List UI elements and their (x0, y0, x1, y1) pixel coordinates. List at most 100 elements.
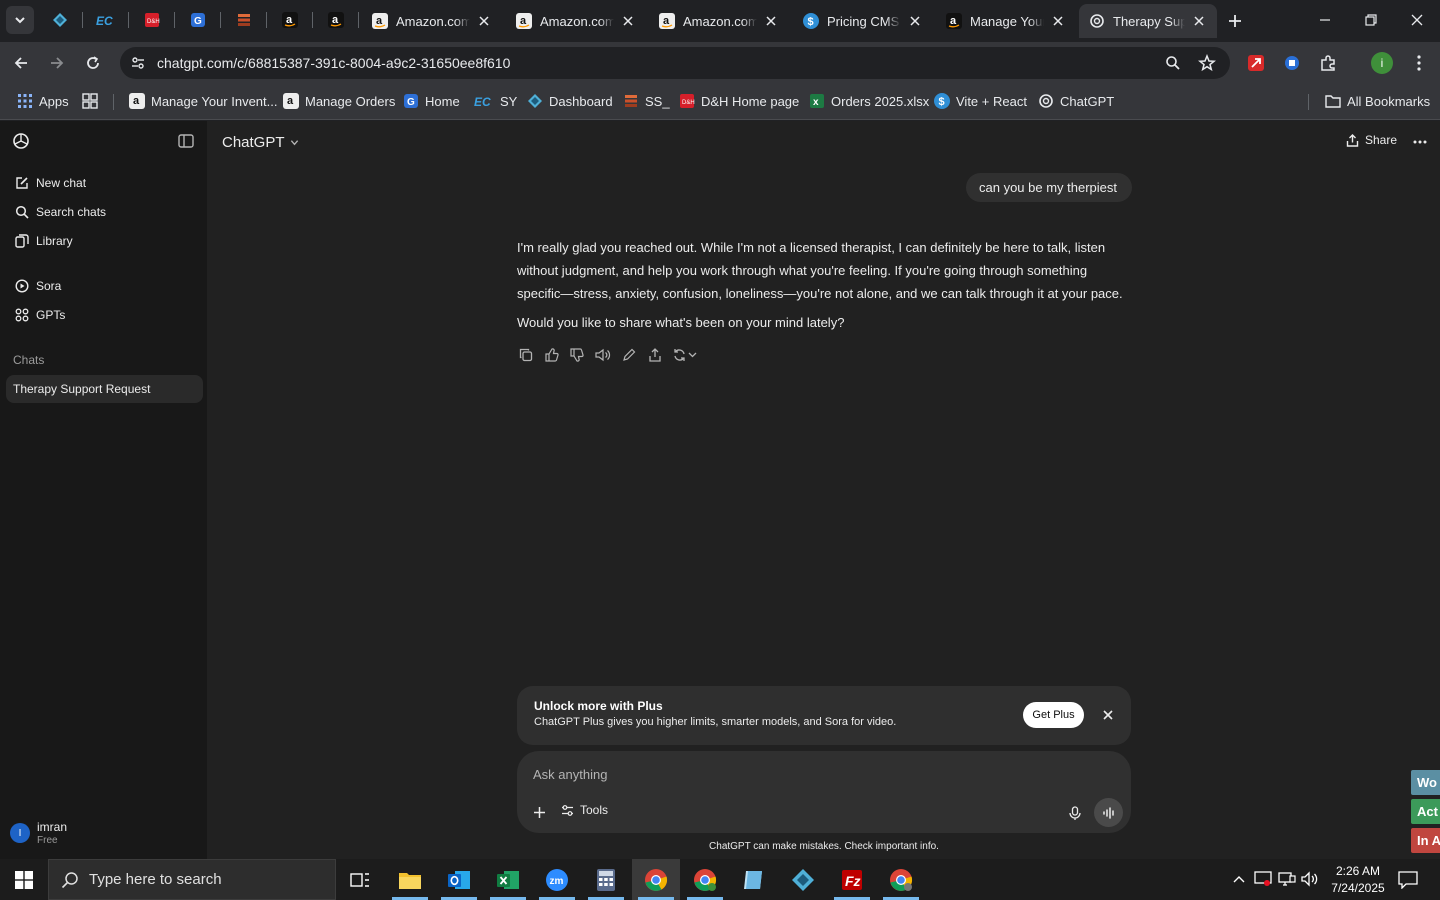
close-upsell-button[interactable] (1097, 704, 1119, 726)
browser-menu-button[interactable] (1406, 50, 1432, 76)
profile-button[interactable]: i (1369, 50, 1395, 76)
close-tab-icon[interactable] (1191, 13, 1207, 29)
close-tab-icon[interactable] (476, 13, 492, 29)
restore-button[interactable] (1348, 0, 1394, 40)
taskbar-search[interactable] (48, 859, 336, 900)
task-view-button[interactable] (336, 859, 384, 900)
pinned-tab-dh[interactable]: D&H (140, 9, 164, 31)
openai-logo-icon[interactable] (12, 132, 30, 150)
action-center-button[interactable] (1396, 869, 1420, 891)
close-window-button[interactable] (1394, 0, 1440, 40)
tray-meet-now[interactable] (1253, 869, 1273, 889)
reload-button[interactable] (80, 50, 106, 76)
outlook-app[interactable] (435, 859, 483, 900)
copy-button[interactable] (516, 346, 536, 364)
extensions-button[interactable] (1315, 50, 1341, 76)
tab-amazon-1[interactable]: a Amazon.com: (362, 4, 502, 38)
bookmark-dashboard[interactable]: Dashboard (527, 92, 613, 110)
show-hidden-icons[interactable] (1229, 869, 1249, 889)
close-tab-icon[interactable] (620, 13, 636, 29)
tab-pricing-cms[interactable]: $ Pricing CMS (793, 4, 933, 38)
search-chats-button[interactable]: Search chats (6, 199, 202, 225)
tray-network[interactable] (1277, 869, 1297, 889)
side-tab-in-a[interactable]: In A (1411, 828, 1440, 853)
edit-in-canvas-button[interactable] (619, 346, 639, 364)
chat-history-item[interactable]: Therapy Support Request (6, 375, 203, 403)
close-tab-icon[interactable] (763, 13, 779, 29)
new-tab-button[interactable] (1222, 8, 1248, 34)
tab-amazon-3[interactable]: a Amazon.com: (649, 4, 789, 38)
attach-button[interactable] (528, 801, 550, 823)
more-options-button[interactable] (1410, 133, 1430, 151)
pinned-tab-diamond[interactable] (48, 9, 72, 31)
zoom-icon[interactable] (1165, 55, 1181, 71)
bookmark-sy[interactable]: EC SY (474, 92, 517, 110)
bookmark-orders-xlsx[interactable]: x Orders 2025.xlsx (809, 92, 929, 110)
read-aloud-button[interactable] (593, 346, 613, 364)
taskbar-search-input[interactable] (89, 871, 319, 888)
zoom-app[interactable]: zm (533, 859, 581, 900)
forward-button[interactable] (44, 50, 70, 76)
dictate-button[interactable] (1064, 802, 1086, 824)
bookmark-manage-orders[interactable]: a Manage Orders (283, 92, 395, 110)
bookmark-ss[interactable]: SS_ (623, 92, 670, 110)
site-settings-icon[interactable] (130, 55, 146, 71)
side-tab-wo[interactable]: Wo (1411, 770, 1440, 795)
chrome-profile-app[interactable] (681, 859, 729, 900)
sora-button[interactable]: Sora (6, 273, 202, 299)
tab-therapy-support[interactable]: Therapy Supp (1079, 4, 1217, 38)
pinned-tab-amazon-2[interactable]: a (324, 9, 348, 31)
thumbs-up-button[interactable] (542, 346, 562, 364)
diamond-app[interactable] (779, 859, 827, 900)
bookmark-apps[interactable]: Apps (17, 92, 69, 110)
chrome-app-active[interactable] (632, 859, 680, 900)
pinned-tab-ec[interactable]: EC (94, 9, 118, 31)
bookmark-star-icon[interactable] (1198, 54, 1216, 72)
file-explorer-app[interactable] (386, 859, 434, 900)
tab-manage-your[interactable]: a Manage Your (936, 4, 1076, 38)
extension-blue-puzzle[interactable] (1279, 50, 1305, 76)
user-account-button[interactable]: I imran Free (10, 820, 67, 846)
gpts-button[interactable]: GPTs (6, 302, 202, 328)
system-clock[interactable]: 2:26 AM 7/24/2025 (1326, 863, 1390, 897)
all-bookmarks-button[interactable]: All Bookmarks (1325, 92, 1430, 110)
tab-amazon-2[interactable]: a Amazon.com: (506, 4, 646, 38)
tab-groups-button[interactable] (82, 92, 104, 110)
library-button[interactable]: Library (6, 228, 202, 254)
share-button[interactable]: Share (1346, 133, 1397, 147)
pinned-tab-stack[interactable] (232, 9, 256, 31)
side-tab-act[interactable]: Act (1411, 799, 1440, 824)
calculator-app[interactable] (582, 859, 630, 900)
wunderlist-app[interactable] (730, 859, 778, 900)
start-button[interactable] (0, 859, 48, 900)
extension-red-arrow[interactable] (1243, 50, 1269, 76)
bookmark-vite-react[interactable]: $ Vite + React (934, 92, 1027, 110)
pinned-tab-amazon[interactable]: a (278, 9, 302, 31)
toggle-sidebar-icon[interactable] (178, 134, 194, 148)
pinned-tab-g[interactable]: G (186, 9, 210, 31)
bookmark-chatgpt[interactable]: ChatGPT (1038, 92, 1114, 110)
model-selector[interactable]: ChatGPT (222, 134, 299, 151)
voice-mode-button[interactable] (1094, 798, 1123, 827)
chrome-profile-app-2[interactable] (877, 859, 925, 900)
get-plus-button[interactable]: Get Plus (1023, 702, 1084, 728)
minimize-icon (1320, 19, 1330, 21)
close-tab-icon[interactable] (907, 13, 923, 29)
thumbs-down-button[interactable] (567, 346, 587, 364)
close-tab-icon[interactable] (1050, 13, 1066, 29)
filezilla-app[interactable]: Fz (828, 859, 876, 900)
minimize-button[interactable] (1302, 0, 1348, 40)
address-bar[interactable]: chatgpt.com/c/68815387-391c-8004-a9c2-31… (120, 47, 1230, 79)
bookmark-dh-home[interactable]: D&H D&H Home page (679, 92, 799, 110)
new-chat-button[interactable]: New chat (6, 170, 202, 196)
bookmark-home[interactable]: G Home (403, 92, 460, 110)
excel-app[interactable] (484, 859, 532, 900)
bookmark-manage-inventory[interactable]: a Manage Your Invent... (129, 92, 277, 110)
back-button[interactable] (8, 50, 34, 76)
tab-search-button[interactable] (6, 6, 34, 34)
tools-button[interactable]: Tools (561, 803, 608, 817)
prompt-input[interactable] (533, 763, 1093, 785)
regenerate-button[interactable] (671, 346, 703, 364)
share-message-button[interactable] (645, 346, 665, 364)
tray-volume[interactable] (1300, 869, 1320, 889)
